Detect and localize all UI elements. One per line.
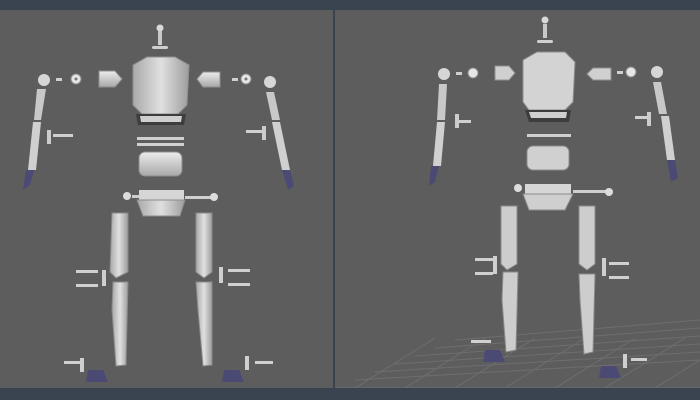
head-part[interactable] xyxy=(152,24,168,50)
abdomen-part[interactable] xyxy=(526,145,570,171)
hip-part[interactable] xyxy=(514,184,613,211)
robot-exploded-front-render xyxy=(23,24,294,382)
head-part[interactable] xyxy=(537,16,553,44)
right-arm-parts[interactable] xyxy=(586,66,678,182)
left-arm-parts[interactable] xyxy=(23,70,123,190)
front-view-viewport[interactable] xyxy=(0,10,335,388)
ground-grid-icon xyxy=(335,319,700,388)
viewport-area xyxy=(0,10,700,388)
left-leg-parts[interactable] xyxy=(64,212,129,382)
app-window xyxy=(0,0,700,400)
top-toolbar-strip xyxy=(0,0,700,10)
right-arm-parts[interactable] xyxy=(196,71,294,190)
left-arm-parts[interactable] xyxy=(429,65,516,186)
torso-part[interactable] xyxy=(522,51,576,137)
abdomen-part[interactable] xyxy=(138,151,183,177)
robot-exploded-perspective-render xyxy=(335,16,700,388)
torso-part[interactable] xyxy=(132,56,190,146)
hip-part[interactable] xyxy=(123,190,218,217)
bottom-status-strip xyxy=(0,388,700,400)
right-leg-parts[interactable] xyxy=(195,212,273,382)
perspective-viewport[interactable] xyxy=(335,10,700,388)
